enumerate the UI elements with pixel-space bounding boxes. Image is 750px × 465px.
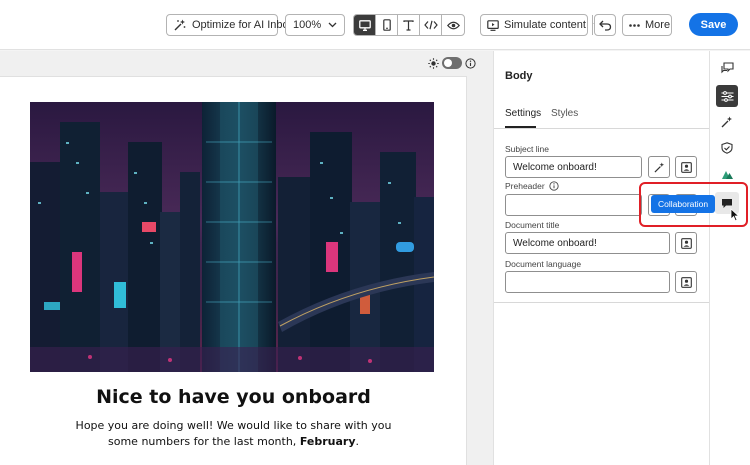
info-icon[interactable] xyxy=(549,181,559,191)
mobile-icon xyxy=(382,19,391,31)
personalization-icon xyxy=(680,237,692,249)
desktop-icon xyxy=(358,19,371,31)
panel-divider xyxy=(494,302,710,303)
eye-icon xyxy=(446,21,460,29)
ai-assistant-rail-button[interactable] xyxy=(716,111,738,133)
comments-icon xyxy=(720,62,734,74)
sparkle-icon xyxy=(174,19,186,31)
tab-settings[interactable]: Settings xyxy=(505,108,541,119)
undo-button[interactable] xyxy=(594,14,616,36)
email-body-text[interactable]: Hope you are doing well! We would like t… xyxy=(60,418,407,450)
properties-panel: Body Settings Styles Subject line Welcom… xyxy=(493,51,710,465)
document-language-personalize-button[interactable] xyxy=(675,271,697,293)
preview-button[interactable] xyxy=(442,15,464,35)
email-body-emphasis: February xyxy=(299,435,356,448)
more-button[interactable]: More xyxy=(622,14,672,36)
text-view-button[interactable] xyxy=(398,15,420,35)
document-language-label-text: Document language xyxy=(505,259,582,269)
sparkle-icon xyxy=(653,161,664,173)
top-toolbar: Optimize for AI Inbox 100% Simulate cont… xyxy=(0,0,750,50)
collaboration-tooltip: Collaboration xyxy=(651,195,721,213)
simulate-content-label: Simulate content xyxy=(504,19,586,31)
preheader-label: Preheader xyxy=(505,181,559,191)
subject-line-label-text: Subject line xyxy=(505,144,549,154)
subject-line-input[interactable]: Welcome onboard! xyxy=(505,156,642,178)
mouse-cursor-icon xyxy=(730,208,740,222)
email-body-end: . xyxy=(355,435,360,448)
sun-icon xyxy=(428,57,439,69)
code-view-button[interactable] xyxy=(420,15,442,35)
simulate-content-button[interactable]: Simulate content xyxy=(481,15,593,35)
email-canvas: Nice to have you onboard Hope you are do… xyxy=(0,51,493,465)
hero-image[interactable] xyxy=(30,102,434,372)
zoom-value: 100% xyxy=(293,19,322,31)
view-mode-group xyxy=(353,14,465,36)
sparkle-icon xyxy=(721,116,732,128)
comment-icon xyxy=(722,198,732,208)
right-icon-rail xyxy=(709,51,750,465)
zoom-select[interactable]: 100% xyxy=(285,14,345,36)
document-title-personalize-button[interactable] xyxy=(675,232,697,254)
tab-styles[interactable]: Styles xyxy=(551,108,578,119)
personalization-icon xyxy=(680,161,692,173)
preheader-label-text: Preheader xyxy=(505,181,545,191)
personalization-icon xyxy=(680,276,692,288)
subject-personalize-button[interactable] xyxy=(675,156,697,178)
document-title-input[interactable]: Welcome onboard! xyxy=(505,232,670,254)
optimize-ai-inbox-button[interactable]: Optimize for AI Inbox xyxy=(166,14,294,36)
dark-mode-switch[interactable] xyxy=(442,57,462,69)
accessibility-check-icon xyxy=(721,142,733,154)
email-headline[interactable]: Nice to have you onboard xyxy=(0,386,467,408)
chevron-down-icon xyxy=(328,22,337,28)
document-language-input[interactable] xyxy=(505,271,670,293)
theme-toggle xyxy=(428,57,476,69)
email-body[interactable]: Nice to have you onboard Hope you are do… xyxy=(0,76,467,465)
save-button[interactable]: Save xyxy=(689,13,738,36)
code-icon xyxy=(423,20,438,30)
cityscape-image xyxy=(30,102,434,372)
settings-rail-button[interactable] xyxy=(716,85,738,107)
text-icon xyxy=(403,19,414,31)
info-icon[interactable] xyxy=(465,57,476,69)
mobile-view-button[interactable] xyxy=(376,15,398,35)
simulate-icon xyxy=(487,19,499,31)
document-language-label: Document language xyxy=(505,259,581,269)
active-tab-indicator xyxy=(505,126,536,128)
panel-title: Body xyxy=(505,70,533,82)
more-label: More xyxy=(645,19,671,31)
comments-rail-button[interactable] xyxy=(716,57,738,79)
desktop-view-button[interactable] xyxy=(354,15,376,35)
simulate-content-control: Simulate content xyxy=(480,14,602,36)
document-title-label-text: Document title xyxy=(505,220,560,230)
subject-line-label: Subject line xyxy=(505,144,549,154)
triangle-shapes-icon xyxy=(722,171,733,179)
undo-icon xyxy=(598,20,611,31)
sliders-icon xyxy=(721,90,733,102)
optimize-ai-inbox-label: Optimize for AI Inbox xyxy=(192,19,295,31)
subject-ai-button[interactable] xyxy=(648,156,670,178)
panel-tabs: Settings Styles xyxy=(494,104,710,129)
ellipsis-icon xyxy=(629,23,640,27)
accessibility-rail-button[interactable] xyxy=(716,137,738,159)
preheader-input[interactable] xyxy=(505,194,642,216)
document-title-label: Document title xyxy=(505,220,559,230)
